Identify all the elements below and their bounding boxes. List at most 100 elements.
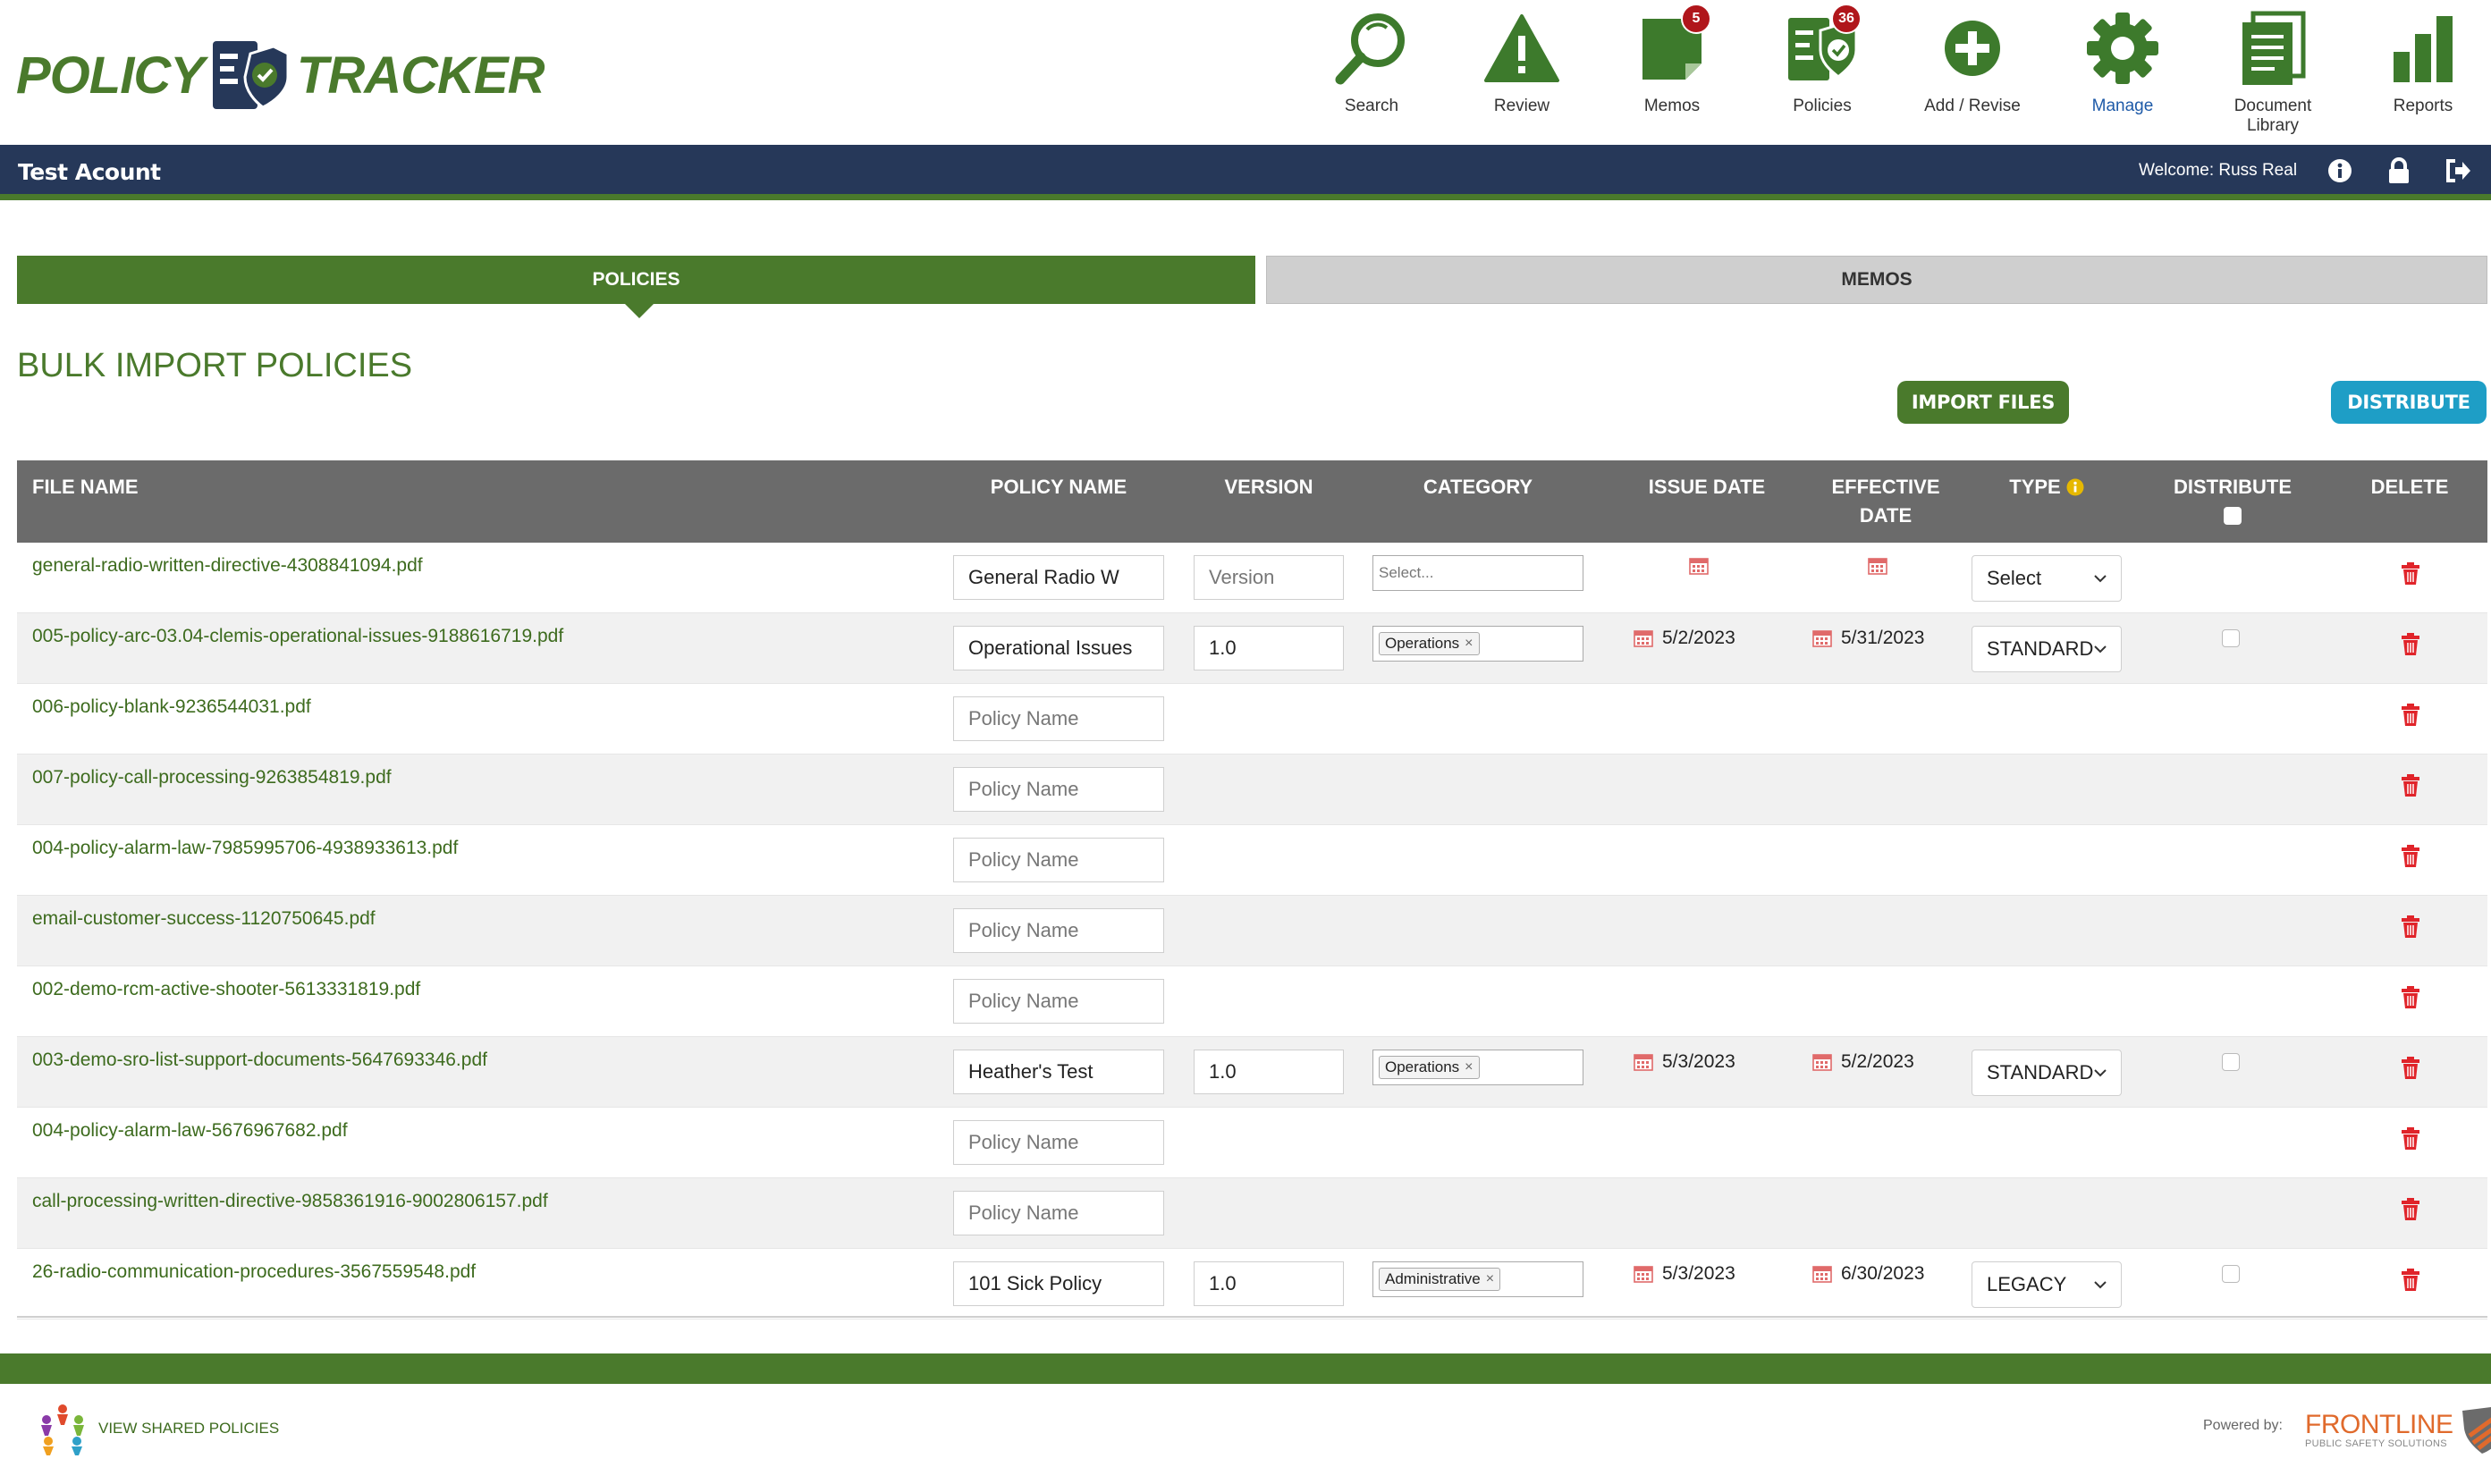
trash-icon[interactable]: [2401, 845, 2420, 868]
issue-date-field[interactable]: 5/3/2023: [1634, 1051, 1735, 1073]
calendar-icon[interactable]: [1634, 629, 1653, 647]
distribute-checkbox[interactable]: [2222, 629, 2240, 647]
version-input[interactable]: 1.0: [1194, 626, 1344, 670]
issue-date-value: 5/2/2023: [1662, 628, 1735, 648]
policy-name-input[interactable]: Policy Name: [953, 767, 1164, 812]
category-select[interactable]: Select...: [1372, 555, 1583, 591]
nav-manage[interactable]: Manage: [2048, 9, 2198, 143]
type-select[interactable]: STANDARD: [1972, 1050, 2122, 1096]
distribute-button[interactable]: DISTRIBUTE: [2331, 381, 2487, 424]
logout-icon[interactable]: [2443, 156, 2473, 186]
calendar-icon[interactable]: [1689, 557, 1709, 575]
nav-add-revise[interactable]: Add / Revise: [1897, 9, 2048, 143]
type-select[interactable]: LEGACY: [1972, 1261, 2122, 1308]
info-icon[interactable]: [2325, 156, 2355, 186]
nav-memos[interactable]: 5 Memos: [1597, 4, 1747, 143]
lock-icon[interactable]: [2384, 156, 2414, 186]
frontline-logo[interactable]: FRONTLINE PUBLIC SAFETY SOLUTIONS: [2305, 1404, 2491, 1455]
trash-icon[interactable]: [2401, 562, 2420, 586]
policy-name-input[interactable]: Operational Issues: [953, 626, 1164, 670]
nav-search[interactable]: Search: [1296, 9, 1447, 143]
remove-chip-icon[interactable]: ×: [1465, 636, 1473, 652]
calendar-icon[interactable]: [1812, 1265, 1832, 1283]
policy-name-input[interactable]: General Radio W: [953, 555, 1164, 600]
view-shared-policies-link[interactable]: VIEW SHARED POLICIES: [38, 1402, 279, 1455]
file-name-link[interactable]: 006-policy-blank-9236544031.pdf: [32, 696, 311, 718]
calendar-icon[interactable]: [1634, 1053, 1653, 1071]
policy-name-input[interactable]: Policy Name: [953, 838, 1164, 882]
trash-icon[interactable]: [2401, 986, 2420, 1009]
trash-icon[interactable]: [2401, 915, 2420, 939]
issue-date-field[interactable]: 5/3/2023: [1634, 1263, 1735, 1285]
distribute-checkbox[interactable]: [2222, 1265, 2240, 1283]
policy-name-input[interactable]: Policy Name: [953, 979, 1164, 1024]
nav-label: Search: [1344, 97, 1399, 115]
calendar-icon[interactable]: [1634, 1265, 1653, 1283]
remove-chip-icon[interactable]: ×: [1465, 1059, 1473, 1075]
distribute-all-checkbox[interactable]: [2224, 507, 2242, 525]
file-name-link[interactable]: 002-demo-rcm-active-shooter-5613331819.p…: [32, 979, 420, 1000]
distribute-checkbox[interactable]: [2222, 1053, 2240, 1071]
file-name-link[interactable]: 005-policy-arc-03.04-clemis-operational-…: [32, 626, 563, 647]
file-name-link[interactable]: 003-demo-sro-list-support-documents-5647…: [32, 1050, 487, 1071]
policy-name-input[interactable]: 101 Sick Policy: [953, 1261, 1164, 1306]
trash-icon[interactable]: [2401, 704, 2420, 727]
trash-icon[interactable]: [2401, 1198, 2420, 1221]
bar-chart-icon: [2382, 9, 2464, 88]
type-select[interactable]: Select: [1972, 555, 2122, 602]
trash-icon[interactable]: [2401, 774, 2420, 797]
file-name-link[interactable]: general-radio-written-directive-43088410…: [32, 555, 423, 577]
table-row: general-radio-written-directive-43088410…: [17, 543, 2487, 613]
tab-policies[interactable]: POLICIES: [17, 256, 1255, 318]
warning-icon: [1481, 9, 1563, 88]
policy-name-input[interactable]: Heather's Test: [953, 1050, 1164, 1094]
policy-name-input[interactable]: Policy Name: [953, 696, 1164, 741]
issue-date-field[interactable]: 5/2/2023: [1634, 628, 1735, 649]
effective-date-field[interactable]: 6/30/2023: [1812, 1263, 1924, 1285]
calendar-icon[interactable]: [1868, 557, 1887, 575]
nav-policies[interactable]: 36 Policies: [1747, 4, 1897, 143]
header-distribute-label: DISTRIBUTE: [2174, 476, 2292, 498]
version-input[interactable]: Version: [1194, 555, 1344, 600]
calendar-icon[interactable]: [1812, 1053, 1832, 1071]
file-name-link[interactable]: 26-radio-communication-procedures-356755…: [32, 1261, 476, 1283]
trash-icon[interactable]: [2401, 633, 2420, 656]
file-name-link[interactable]: call-processing-written-directive-985836…: [32, 1191, 548, 1212]
tab-memos[interactable]: MEMOS: [1266, 256, 2487, 304]
type-select-value: STANDARD: [1987, 637, 2094, 660]
trash-icon[interactable]: [2401, 1269, 2420, 1292]
effective-date-field[interactable]: 5/2/2023: [1812, 1051, 1914, 1073]
nav-reports[interactable]: Reports: [2348, 9, 2491, 143]
category-select[interactable]: Operations ×: [1372, 1050, 1583, 1085]
file-name-link[interactable]: 004-policy-alarm-law-5676967682.pdf: [32, 1120, 348, 1142]
issue-date-field[interactable]: [1689, 557, 1709, 575]
bulk-import-table: FILE NAME POLICY NAME VERSION CATEGORY I…: [17, 460, 2487, 1320]
nav-document-library[interactable]: Document Library: [2198, 9, 2348, 143]
table-row: call-processing-written-directive-985836…: [17, 1178, 2487, 1249]
file-name-link[interactable]: 004-policy-alarm-law-7985995706-49389336…: [32, 838, 458, 859]
trash-icon[interactable]: [2401, 1127, 2420, 1151]
logo-text-right: TRACKER: [296, 46, 545, 105]
trash-icon[interactable]: [2401, 1057, 2420, 1080]
remove-chip-icon[interactable]: ×: [1486, 1271, 1494, 1287]
policy-name-input[interactable]: Policy Name: [953, 1120, 1164, 1165]
version-input[interactable]: 1.0: [1194, 1050, 1344, 1094]
table-row: 005-policy-arc-03.04-clemis-operational-…: [17, 613, 2487, 684]
type-select-value: STANDARD: [1987, 1061, 2094, 1083]
file-name-link[interactable]: email-customer-success-1120750645.pdf: [32, 908, 376, 930]
policy-name-input[interactable]: Policy Name: [953, 1191, 1164, 1235]
type-select[interactable]: STANDARD: [1972, 626, 2122, 672]
policy-name-input[interactable]: Policy Name: [953, 908, 1164, 953]
file-name-link[interactable]: 007-policy-call-processing-9263854819.pd…: [32, 767, 392, 788]
category-select[interactable]: Administrative ×: [1372, 1261, 1583, 1297]
calendar-icon[interactable]: [1812, 629, 1832, 647]
category-select[interactable]: Operations ×: [1372, 626, 1583, 662]
policy-tracker-logo[interactable]: POLICY TRACKER: [16, 38, 545, 113]
nav-review[interactable]: Review: [1447, 9, 1597, 143]
import-files-button[interactable]: IMPORT FILES: [1897, 381, 2069, 424]
effective-date-field[interactable]: [1868, 557, 1887, 575]
info-icon[interactable]: [2066, 478, 2084, 496]
effective-date-field[interactable]: 5/31/2023: [1812, 628, 1924, 649]
chevron-down-icon: [2094, 1069, 2107, 1077]
version-input[interactable]: 1.0: [1194, 1261, 1344, 1306]
